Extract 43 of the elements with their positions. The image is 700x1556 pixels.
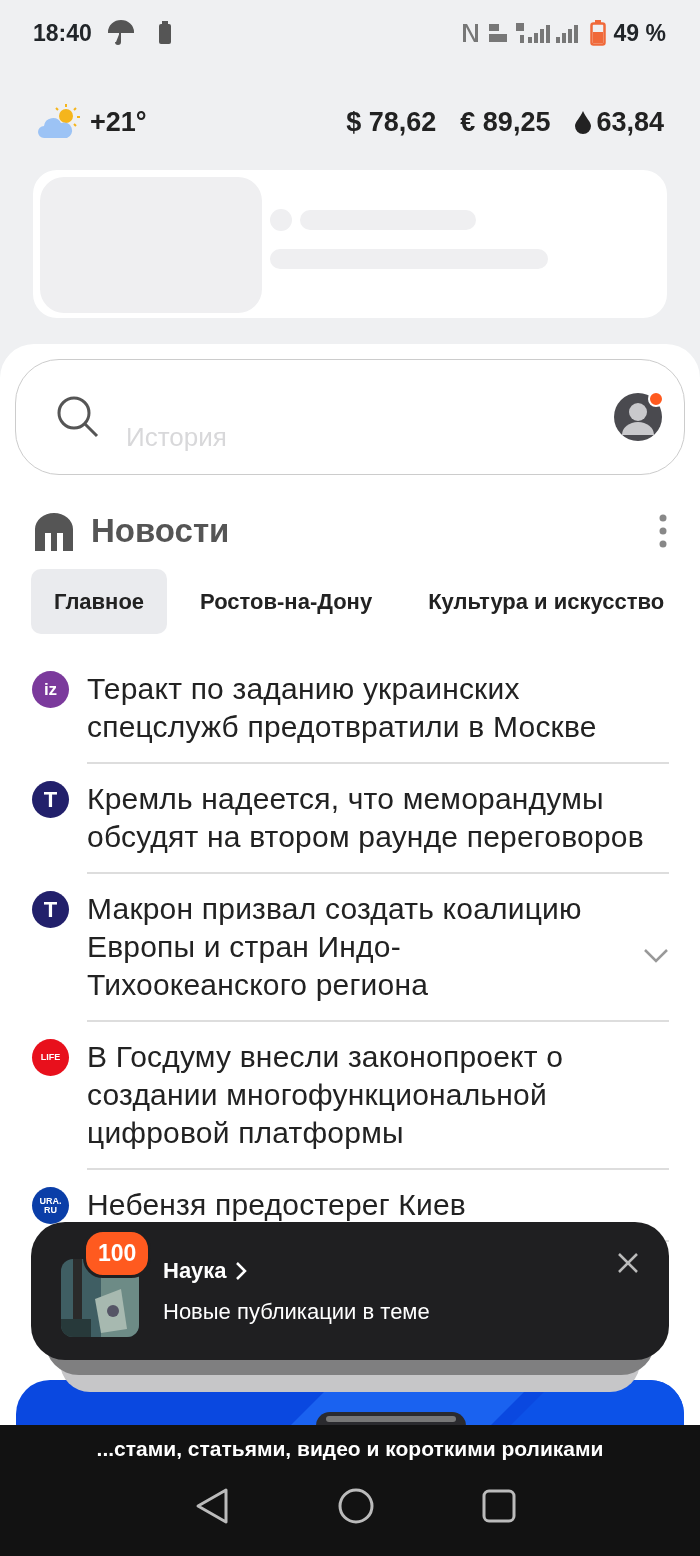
avatar[interactable] [614, 393, 662, 441]
source-logo: URA. RU [32, 1187, 69, 1224]
source-logo: T [32, 891, 69, 928]
chevron-right-icon [234, 1260, 247, 1281]
temperature: +21° [90, 105, 147, 139]
battery-icon [157, 21, 172, 45]
news-item[interactable]: T Макрон призвал создать коалицию Европы и стран Индо-Тихоокеанского региона [15, 874, 685, 1022]
news-item[interactable]: LIFE В Госдуму внесли законопроект о создании многофункциональной цифровой платформы [15, 1022, 685, 1170]
news-title: Новости [91, 511, 230, 552]
expand-icon[interactable] [643, 947, 669, 964]
category-tab[interactable]: Ростов-на-Дону [177, 569, 396, 634]
news-headline[interactable]: Кремль надеется, что меморандумы обсудят на втором раунде переговоров [87, 780, 669, 872]
caption: ...стами, статьями, видео и короткими роликами [95, 1436, 605, 1462]
category-tab[interactable]: Главное [31, 569, 168, 634]
currency-rate: $ 78,62 [346, 105, 437, 139]
back-icon[interactable] [194, 1486, 230, 1525]
source-logo: iz [32, 671, 69, 708]
notification-toast[interactable]: 100 Наука Новые публикации в теме [31, 1222, 669, 1360]
currency-rate: € 89,25 [460, 105, 551, 139]
battery-percent: 49 % [613, 18, 666, 48]
weather-icon [38, 104, 82, 140]
oil-price: 63,84 [596, 105, 664, 139]
more-icon[interactable] [659, 514, 667, 548]
news-headline[interactable]: Макрон призвал создать коалицию Европы и стран Индо-Тихоокеанского региона [87, 890, 643, 1020]
news-item[interactable]: T Кремль надеется, что меморандумы обсудят на втором раунде переговоров [15, 764, 685, 874]
news-item[interactable]: iz Теракт по заданию украинских спецслужб предотвратили в Москве [15, 654, 685, 764]
oil-drop-icon [574, 110, 593, 134]
status-time: 18:40 [33, 18, 92, 48]
umbrella-icon [107, 20, 134, 46]
source-logo: LIFE [32, 1039, 69, 1076]
news-headline[interactable]: В Госдуму внесли законопроект о создании многофункциональной цифровой платформы [87, 1038, 669, 1168]
category-tab[interactable]: Культура и искусство [405, 569, 685, 634]
battery-charging-icon [589, 20, 606, 46]
toast-subtitle: Новые публикации в теме [163, 1298, 431, 1326]
close-icon[interactable] [617, 1252, 639, 1274]
news-headline[interactable]: Теракт по заданию украинских спецслужб предотвратили в Москве [87, 670, 669, 762]
news-logo-icon [33, 511, 75, 551]
home-icon[interactable] [338, 1487, 374, 1524]
source-logo: T [32, 781, 69, 818]
search-icon [56, 395, 100, 439]
topic-title[interactable]: Наука [163, 1254, 227, 1287]
volte-icon [487, 22, 508, 44]
recents-icon[interactable] [482, 1488, 516, 1523]
